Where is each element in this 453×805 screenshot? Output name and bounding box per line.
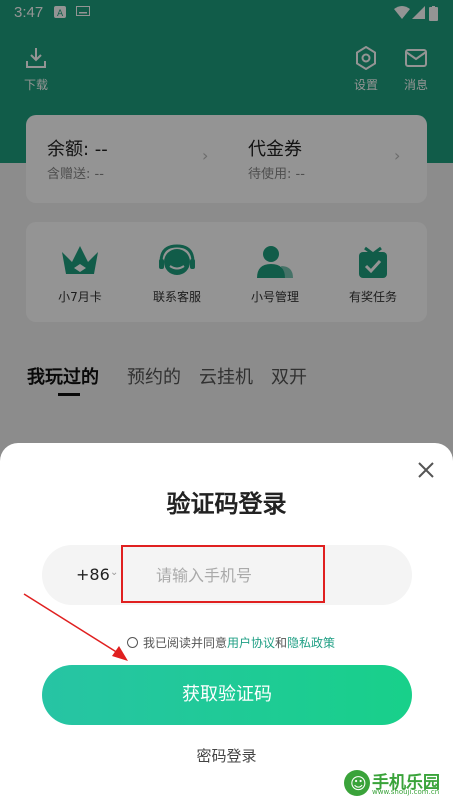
close-icon[interactable] xyxy=(414,458,438,482)
svg-text:☺: ☺ xyxy=(350,774,367,793)
watermark-url: www.shouji.com.cn xyxy=(372,788,440,796)
agreement-row: 我已阅读并同意用户协议和隐私政策 xyxy=(127,634,335,651)
annotation-highlight-box xyxy=(121,545,325,603)
agree-radio[interactable] xyxy=(127,637,138,648)
privacy-policy-link[interactable]: 隐私政策 xyxy=(287,636,335,650)
agree-prefix: 我已阅读并同意 xyxy=(143,636,228,650)
agree-and: 和 xyxy=(275,636,288,650)
get-code-button[interactable]: 获取验证码 xyxy=(42,665,412,725)
user-agreement-link[interactable]: 用户协议 xyxy=(227,636,275,650)
country-code-selector[interactable]: +86 xyxy=(76,565,110,584)
chevron-down-icon[interactable]: ⌄ xyxy=(110,567,118,578)
password-login-link[interactable]: 密码登录 xyxy=(0,745,453,766)
sheet-title: 验证码登录 xyxy=(166,490,287,518)
